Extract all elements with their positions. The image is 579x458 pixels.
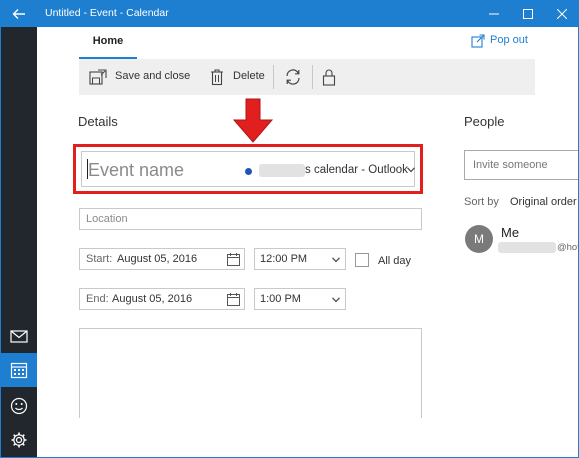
end-date-value: August 05, 2016 (112, 293, 193, 305)
attendee-email: @hot (557, 242, 579, 253)
nav-feedback[interactable] (1, 389, 37, 423)
save-and-close-button[interactable]: Save and close (89, 59, 191, 95)
event-name-highlight: Event name s calendar - Outlook (73, 144, 423, 194)
toolbar-divider (273, 65, 274, 89)
chevron-down-icon (332, 297, 340, 303)
ribbon-toolbar: Save and close Delete (79, 59, 535, 95)
chevron-down-icon[interactable] (407, 167, 415, 173)
nav-rail (1, 27, 37, 457)
start-date-value: August 05, 2016 (117, 253, 198, 265)
event-notes-field[interactable] (79, 328, 422, 418)
delete-label: Delete (233, 70, 265, 82)
end-time-dropdown[interactable]: 1:00 PM (254, 288, 346, 310)
start-label: Start: (86, 253, 113, 265)
gear-icon (11, 432, 27, 448)
maximize-button[interactable] (511, 1, 545, 27)
event-name-field[interactable]: Event name s calendar - Outlook (81, 151, 415, 187)
back-arrow-icon[interactable] (11, 6, 27, 22)
all-day-label: All day (378, 255, 412, 267)
details-heading: Details (78, 114, 118, 129)
start-date-picker[interactable]: Start: August 05, 2016 (79, 248, 245, 270)
calendar-color-dot (245, 168, 252, 175)
people-heading: People (464, 114, 505, 129)
end-date-picker[interactable]: End: August 05, 2016 (79, 288, 245, 310)
nav-calendar[interactable] (1, 353, 37, 387)
repeat-icon (286, 69, 300, 85)
delete-button[interactable]: Delete (209, 59, 269, 95)
smiley-icon (10, 397, 28, 415)
lock-icon (322, 69, 336, 86)
calendar-icon (10, 362, 28, 379)
location-placeholder: Location (86, 213, 128, 225)
private-button[interactable] (319, 59, 341, 95)
redacted-email (498, 242, 556, 253)
calendar-icon (227, 293, 240, 306)
nav-settings[interactable] (1, 423, 37, 457)
chevron-down-icon (332, 257, 340, 263)
end-time-value: 1:00 PM (260, 293, 301, 305)
redacted-account-name (259, 164, 305, 177)
nav-mail[interactable] (1, 319, 37, 353)
attendee-name: Me (501, 225, 520, 240)
sort-by-label: Sort by (464, 196, 499, 208)
title-bar: Untitled - Event - Calendar (1, 1, 578, 27)
minimize-button[interactable] (477, 1, 511, 27)
calendar-selector-label[interactable]: s calendar - Outlook (305, 164, 408, 176)
tab-home[interactable]: Home (79, 31, 137, 61)
close-button[interactable] (545, 1, 578, 27)
repeat-button[interactable] (282, 59, 306, 95)
avatar: M (465, 225, 493, 253)
start-time-dropdown[interactable]: 12:00 PM (254, 248, 346, 270)
pop-out-icon (471, 34, 485, 48)
pop-out-label: Pop out (490, 34, 528, 46)
window-title: Untitled - Event - Calendar (45, 7, 169, 19)
sort-order-dropdown[interactable]: Original order (510, 196, 577, 208)
tab-home-label: Home (92, 35, 124, 47)
toolbar-divider (312, 65, 313, 89)
save-and-close-label: Save and close (115, 70, 191, 82)
app-window: Untitled - Event - Calendar Home Pop out (0, 0, 579, 458)
calendar-icon (227, 253, 240, 266)
invite-placeholder: Invite someone (473, 159, 548, 171)
invite-someone-field[interactable]: Invite someone (464, 150, 578, 180)
save-icon (89, 69, 107, 85)
down-arrow-icon (232, 98, 274, 143)
all-day-checkbox[interactable] (355, 253, 369, 267)
event-name-placeholder: Event name (88, 160, 185, 180)
trash-icon (211, 69, 223, 86)
mail-icon (10, 330, 28, 343)
start-time-value: 12:00 PM (260, 253, 308, 265)
end-label: End: (86, 293, 109, 305)
location-field[interactable]: Location (79, 208, 422, 230)
